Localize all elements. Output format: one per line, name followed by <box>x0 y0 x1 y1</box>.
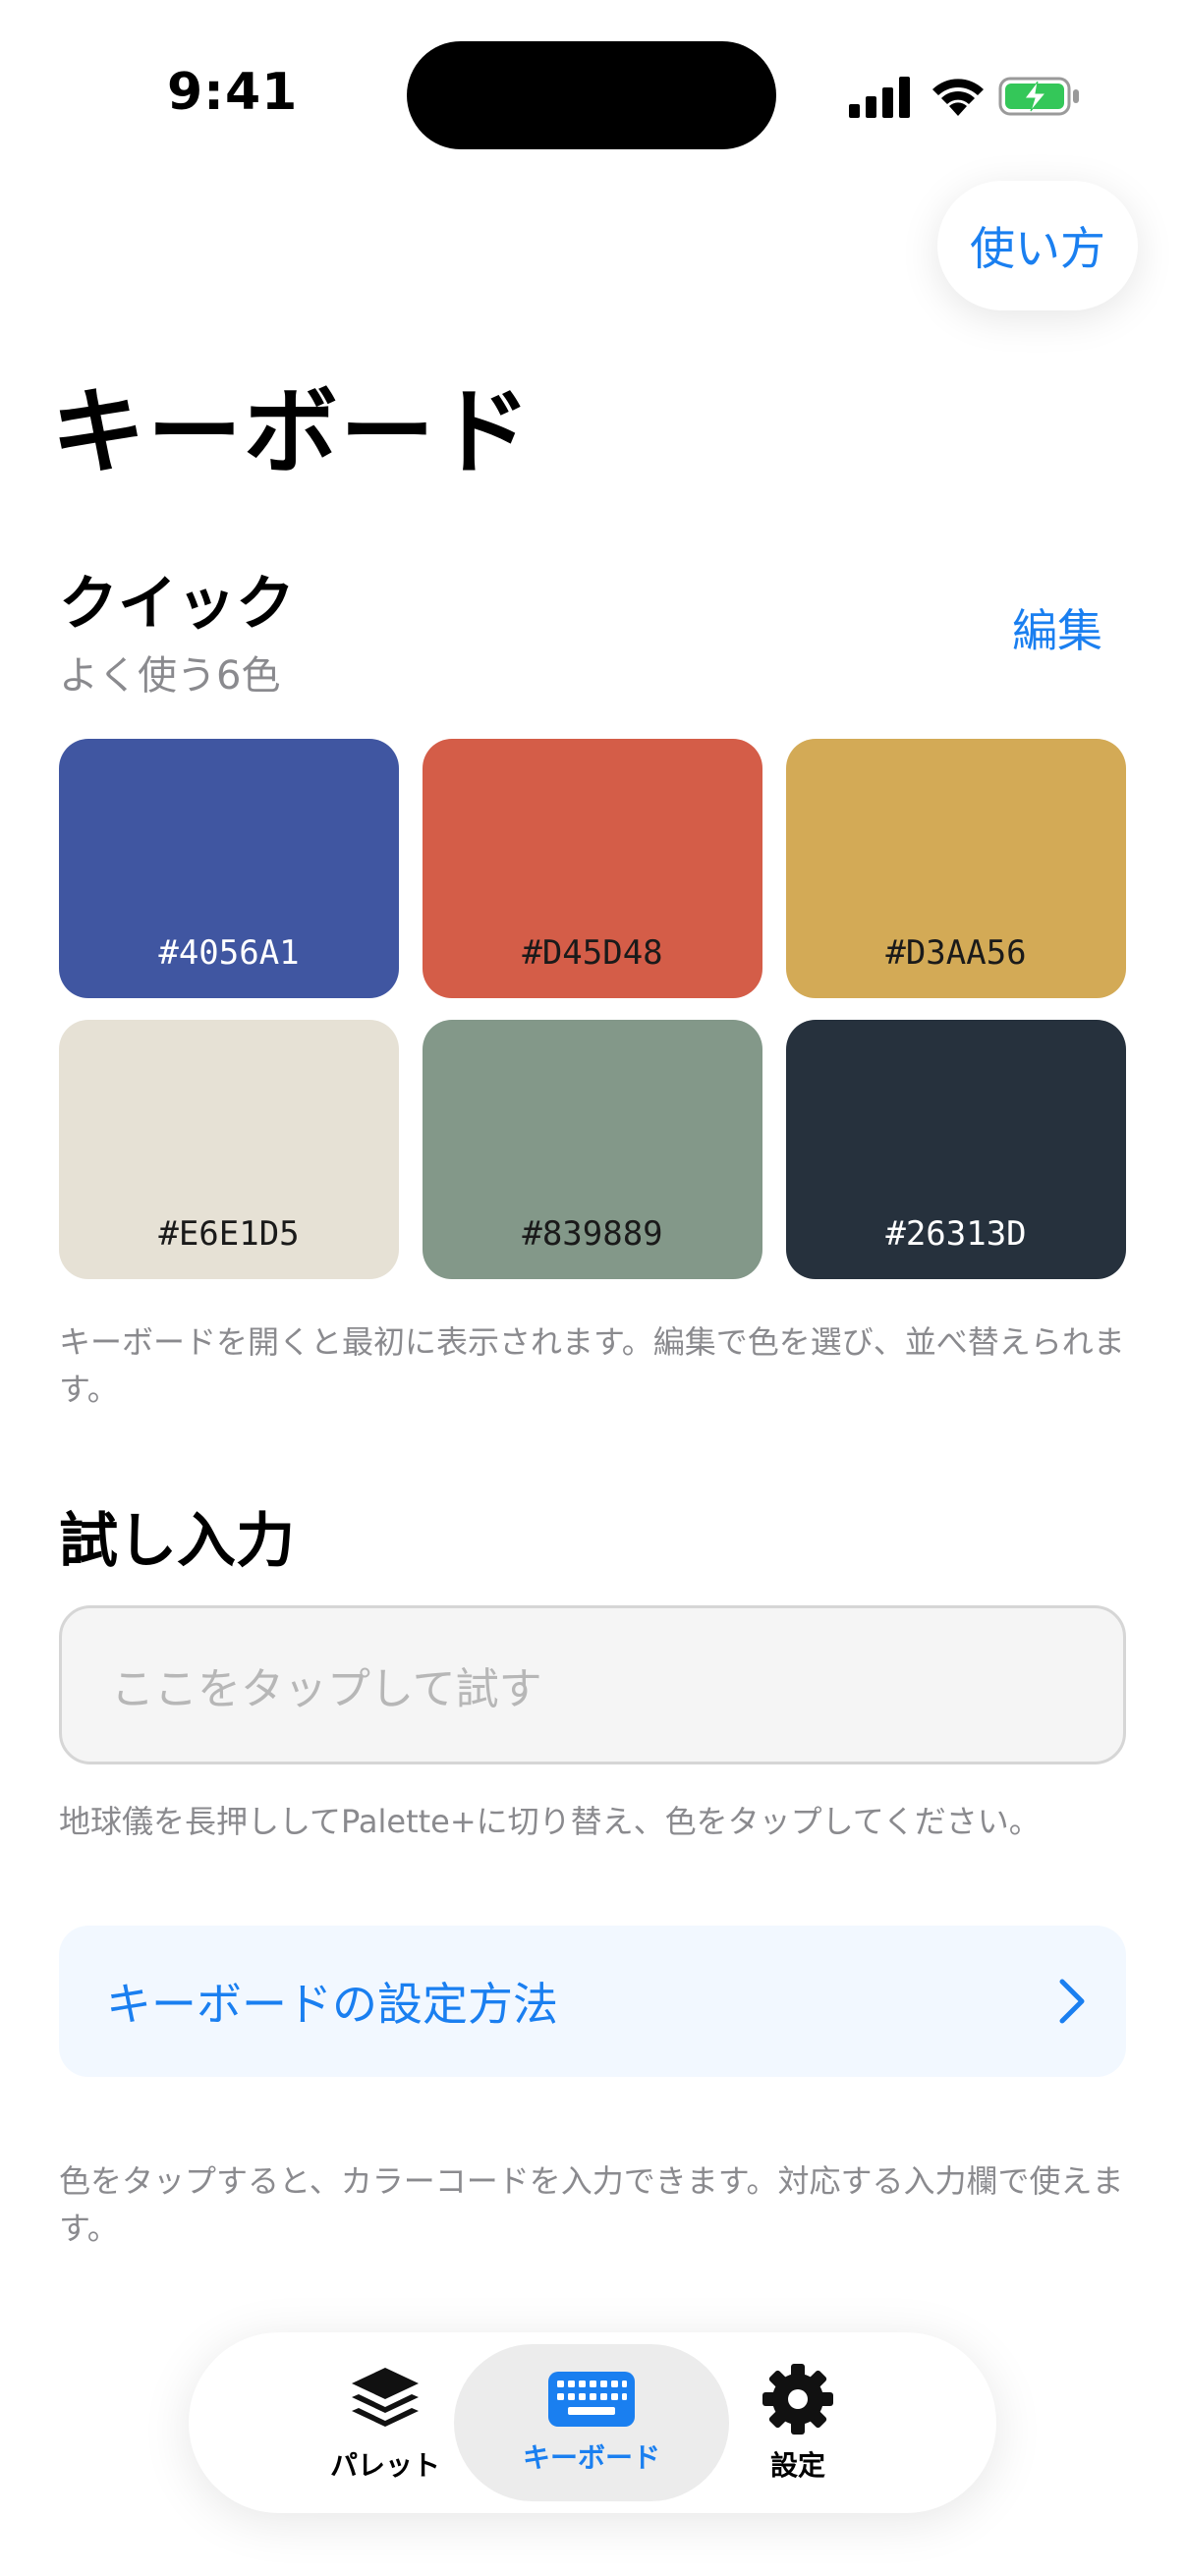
chevron-right-icon <box>1059 1979 1085 2024</box>
try-input-hint: 地球儀を長押ししてPalette+に切り替え、色をタップしてください。 <box>59 1803 1041 1840</box>
try-input-placeholder: ここをタップして試す <box>111 1664 542 1714</box>
page-title: キーボード <box>51 377 533 487</box>
tab-bar: パレット キーボード 設定 <box>189 2332 996 2513</box>
swatch-hex-label: #839889 <box>522 1214 663 1254</box>
color-swatch[interactable]: #26313D <box>786 1020 1126 1279</box>
keyboard-setup-link[interactable]: キーボードの設定方法 <box>59 1926 1126 2077</box>
try-input-title: 試し入力 <box>59 1507 295 1576</box>
color-swatch[interactable]: #D3AA56 <box>786 739 1126 998</box>
keyboard-setup-label: キーボードの設定方法 <box>106 1978 558 2031</box>
tab-label: パレット <box>329 2449 440 2482</box>
cellular-signal-icon <box>849 77 910 118</box>
swatch-hex-label: #26313D <box>885 1214 1027 1254</box>
quick-help-text: キーボードを開くと最初に表示されます。編集で色を選び、並べ替えられます。 <box>59 1323 1125 1408</box>
try-input-field[interactable]: ここをタップして試す <box>59 1605 1126 1764</box>
swatch-hex-label: #D45D48 <box>522 933 663 973</box>
quick-section-subtitle: よく使う6色 <box>59 653 281 699</box>
status-time: 9:41 <box>167 63 299 122</box>
color-swatch[interactable]: #839889 <box>423 1020 762 1279</box>
gear-icon <box>762 2364 833 2435</box>
quick-section-title: クイック <box>59 570 295 639</box>
dynamic-island <box>407 41 776 149</box>
color-swatch[interactable]: #E6E1D5 <box>59 1020 399 1279</box>
swatch-hex-label: #4056A1 <box>158 933 300 973</box>
swatch-hex-label: #D3AA56 <box>885 933 1027 973</box>
swatch-hex-label: #E6E1D5 <box>158 1214 300 1254</box>
footer-help-text: 色をタップすると、カラーコードを入力できます。対応する入力欄で使えます。 <box>59 2162 1124 2247</box>
tab-label: 設定 <box>769 2449 825 2482</box>
help-button[interactable]: 使い方 <box>937 181 1138 310</box>
color-swatch[interactable]: #4056A1 <box>59 739 399 998</box>
tab-settings[interactable]: 設定 <box>660 2344 935 2501</box>
battery-charging-icon <box>998 77 1079 116</box>
keyboard-icon <box>548 2372 635 2427</box>
edit-button[interactable]: 編集 <box>1012 595 1102 660</box>
tab-label: キーボード <box>522 2441 660 2474</box>
color-swatch[interactable]: #D45D48 <box>423 739 762 998</box>
layers-icon <box>352 2368 419 2427</box>
wifi-icon <box>932 79 984 116</box>
